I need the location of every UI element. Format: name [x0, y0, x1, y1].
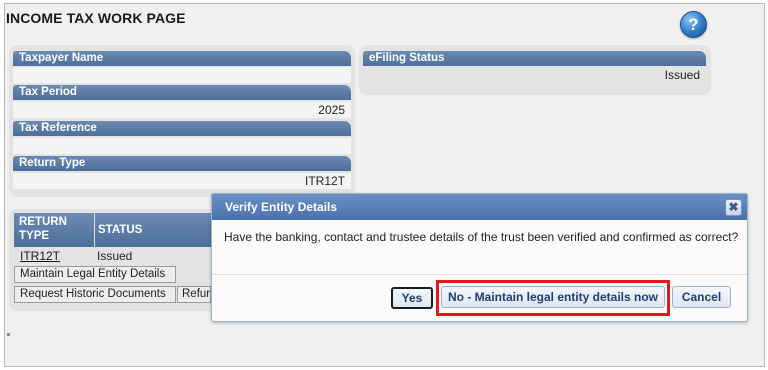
efiling-status-header: eFiling Status	[363, 51, 706, 66]
cancel-button[interactable]: Cancel	[672, 286, 731, 308]
tax-period-header: Tax Period	[13, 85, 351, 100]
return-type-value: ITR12T	[13, 173, 351, 189]
taxpayer-name-header: Taxpayer Name	[13, 51, 351, 66]
taxpayer-name-value	[13, 67, 351, 83]
tax-period-value: 2025	[13, 102, 351, 118]
page-marker	[7, 333, 10, 336]
dialog-message: Have the banking, contact and trustee de…	[224, 230, 739, 244]
return-type-header-line1: RETURN	[19, 216, 67, 228]
close-icon[interactable]: ✖	[725, 199, 742, 216]
page-title: INCOME TAX WORK PAGE	[6, 10, 186, 26]
return-type-header: Return Type	[13, 156, 351, 171]
dialog-title: Verify Entity Details	[212, 194, 747, 220]
yes-button[interactable]: Yes	[391, 287, 433, 309]
maintain-legal-entity-button[interactable]: Maintain Legal Entity Details	[14, 266, 176, 283]
return-status-cell: Issued	[97, 249, 133, 263]
refund-button[interactable]: Refur	[177, 286, 211, 303]
tax-reference-value	[13, 138, 351, 154]
column-header-return-type: RETURN TYPE	[14, 213, 94, 247]
tax-reference-header: Tax Reference	[13, 121, 351, 136]
request-historic-documents-button[interactable]: Request Historic Documents	[14, 286, 176, 303]
help-icon[interactable]: ?	[680, 11, 707, 38]
return-type-header-line2: TYPE	[19, 230, 50, 242]
highlight-box	[436, 280, 670, 316]
dialog-divider	[212, 274, 747, 275]
efiling-status-value: Issued	[664, 68, 700, 82]
return-type-link[interactable]: ITR12T	[20, 248, 60, 264]
